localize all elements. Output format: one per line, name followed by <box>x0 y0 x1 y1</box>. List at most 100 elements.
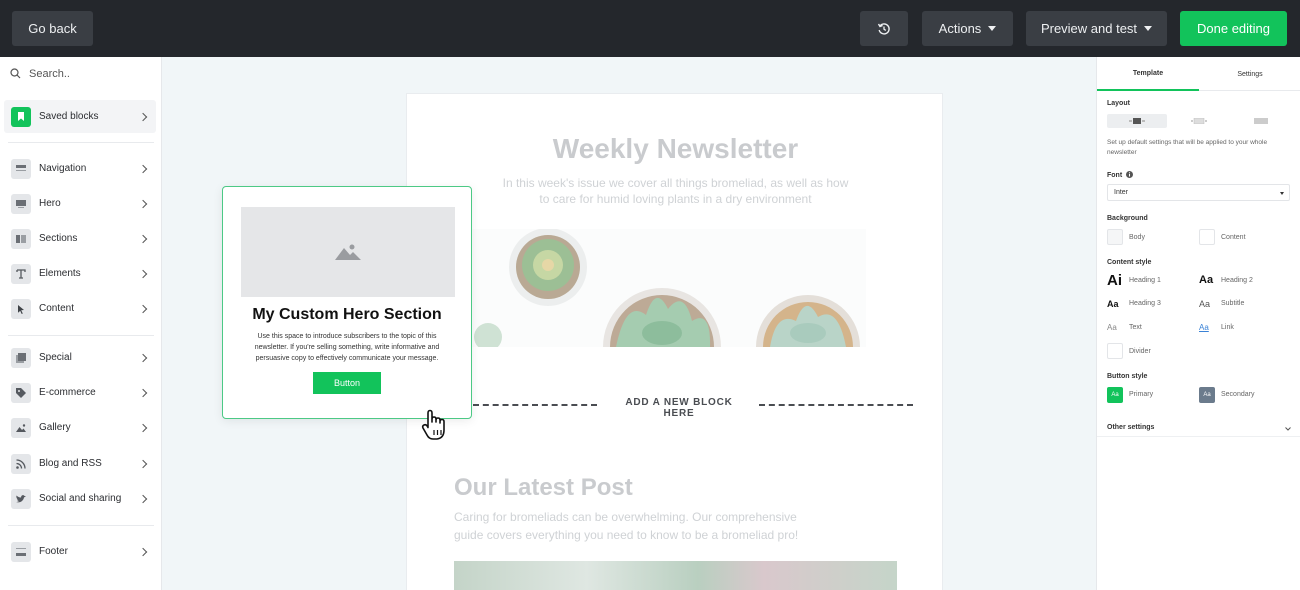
chevron-right-icon <box>138 547 148 556</box>
other-settings-label: Other settings <box>1107 424 1155 431</box>
bookmark-icon <box>11 106 31 127</box>
other-settings-row[interactable]: Other settings <box>1097 419 1300 437</box>
sidebar-item-blog-and-rss[interactable]: Blog and RSS <box>4 447 156 480</box>
sidebar-item-label: Elements <box>39 268 81 279</box>
font-select-value: Inter <box>1114 189 1129 196</box>
chevron-right-icon <box>138 423 148 432</box>
body-color-swatch[interactable] <box>1107 229 1123 245</box>
heading-2-label[interactable]: Heading 2 <box>1221 277 1253 284</box>
rss-icon <box>11 453 31 474</box>
layout-full-icon <box>1254 118 1268 124</box>
chevron-right-icon <box>138 388 148 397</box>
post-body[interactable]: Caring for bromeliads can be overwhelmin… <box>454 508 824 544</box>
divider-swatch[interactable] <box>1107 343 1123 359</box>
search-bar <box>0 57 161 90</box>
sidebar-item-content[interactable]: Content <box>4 292 156 325</box>
pointer-icon <box>11 298 31 319</box>
text-style-icon: Aa <box>1107 323 1117 332</box>
divider-label: Divider <box>1129 348 1151 355</box>
layout-option-full[interactable] <box>1231 114 1291 128</box>
heading-3-label[interactable]: Heading 3 <box>1129 300 1161 307</box>
sections-icon <box>11 228 31 249</box>
newsletter-subtitle[interactable]: In this week's issue we cover all things… <box>497 175 854 207</box>
heading-1-label[interactable]: Heading 1 <box>1129 277 1161 284</box>
chevron-right-icon <box>138 269 148 278</box>
search-input[interactable] <box>29 67 149 80</box>
go-back-label: Go back <box>28 21 77 36</box>
sidebar-item-special[interactable]: Special <box>4 341 156 374</box>
preview-label: Preview and test <box>1040 21 1138 36</box>
sidebar-item-label: Hero <box>39 198 61 209</box>
chevron-down-icon <box>1285 427 1291 431</box>
sidebar-item-label: Blog and RSS <box>39 458 102 469</box>
panel-tabs: Template Settings <box>1097 57 1300 91</box>
sidebar-item-label: Special <box>39 352 72 363</box>
post-image[interactable] <box>454 561 897 590</box>
sidebar-item-e-commerce[interactable]: E-commerce <box>4 376 156 409</box>
layout-description: Set up default settings that will be app… <box>1107 139 1268 156</box>
actions-dropdown[interactable]: Actions <box>922 11 1013 46</box>
primary-button-swatch[interactable]: Aa <box>1107 387 1123 403</box>
sidebar-item-hero[interactable]: Hero <box>4 187 156 220</box>
font-label: Font <box>1107 171 1134 179</box>
actions-label: Actions <box>938 21 982 36</box>
post-title[interactable]: Our Latest Post <box>454 474 633 502</box>
secondary-button-swatch[interactable]: Aa <box>1199 387 1215 403</box>
dashed-line <box>759 404 913 406</box>
layout-label: Layout <box>1107 100 1130 107</box>
content-style-label: Content style <box>1107 259 1152 266</box>
button-style-label: Button style <box>1107 373 1148 380</box>
sidebar-item-label: E-commerce <box>39 387 96 398</box>
image-icon <box>11 417 31 438</box>
body-color-label: Body <box>1129 234 1145 241</box>
sidebar-item-label: Saved blocks <box>39 111 99 122</box>
divider <box>8 335 154 336</box>
sidebar-item-label: Navigation <box>39 163 87 174</box>
chevron-right-icon <box>138 164 148 173</box>
tab-settings[interactable]: Settings <box>1199 57 1300 91</box>
sidebar-item-saved-blocks[interactable]: Saved blocks <box>4 100 156 133</box>
hero-body: Use this space to introduce subscribers … <box>254 333 440 362</box>
sidebar-item-label: Social and sharing <box>39 493 122 504</box>
hero-title: My Custom Hero Section <box>252 306 442 323</box>
tab-template[interactable]: Template <box>1097 57 1199 91</box>
text-style-label[interactable]: Text <box>1129 324 1142 331</box>
preview-and-test-dropdown[interactable]: Preview and test <box>1026 11 1167 46</box>
info-icon <box>1126 171 1134 178</box>
content-color-swatch[interactable] <box>1199 229 1215 245</box>
font-label-text: Font <box>1107 172 1123 179</box>
chevron-right-icon <box>138 304 148 313</box>
image-placeholder <box>241 207 455 297</box>
layout-option-medium[interactable] <box>1169 114 1229 128</box>
sidebar-item-sections[interactable]: Sections <box>4 222 156 255</box>
layout-option-narrow[interactable] <box>1107 114 1167 128</box>
template-settings-panel: Template Settings Layout Set up default … <box>1096 57 1300 590</box>
go-back-button[interactable]: Go back <box>12 11 93 46</box>
add-block-dropzone[interactable]: ADD A NEW BLOCK HERE <box>473 397 913 419</box>
newsletter-title[interactable]: Weekly Newsletter <box>407 133 944 165</box>
heading-2-icon: Aa <box>1199 274 1214 286</box>
sidebar-item-footer[interactable]: Footer <box>4 535 156 568</box>
dragged-hero-block[interactable]: My Custom Hero Section Use this space to… <box>222 186 472 419</box>
background-label: Background <box>1107 215 1148 222</box>
sidebar-item-label: Gallery <box>39 422 71 433</box>
chevron-right-icon <box>138 234 148 243</box>
subtitle-label[interactable]: Subtitle <box>1221 300 1244 307</box>
top-toolbar: Go back Actions Preview and test Done ed… <box>0 0 1300 57</box>
sidebar-item-elements[interactable]: Elements <box>4 257 156 290</box>
hero-icon <box>11 193 31 214</box>
link-style-label[interactable]: Link <box>1221 324 1234 331</box>
caret-down-icon <box>1144 26 1153 31</box>
email-canvas[interactable]: Weekly Newsletter In this week's issue w… <box>406 93 943 590</box>
caret-down-icon <box>1280 192 1284 195</box>
done-editing-button[interactable]: Done editing <box>1180 11 1287 46</box>
sidebar-item-gallery[interactable]: Gallery <box>4 411 156 444</box>
sidebar-item-label: Sections <box>39 233 78 244</box>
font-select[interactable]: Inter <box>1107 184 1290 201</box>
heading-1-icon: Ai <box>1107 272 1122 289</box>
twitter-bird-icon <box>11 488 31 509</box>
history-button[interactable] <box>860 11 908 46</box>
sidebar-item-social-and-sharing[interactable]: Social and sharing <box>4 482 156 515</box>
plants-hero-image[interactable] <box>466 229 866 347</box>
sidebar-item-navigation[interactable]: Navigation <box>4 152 156 185</box>
